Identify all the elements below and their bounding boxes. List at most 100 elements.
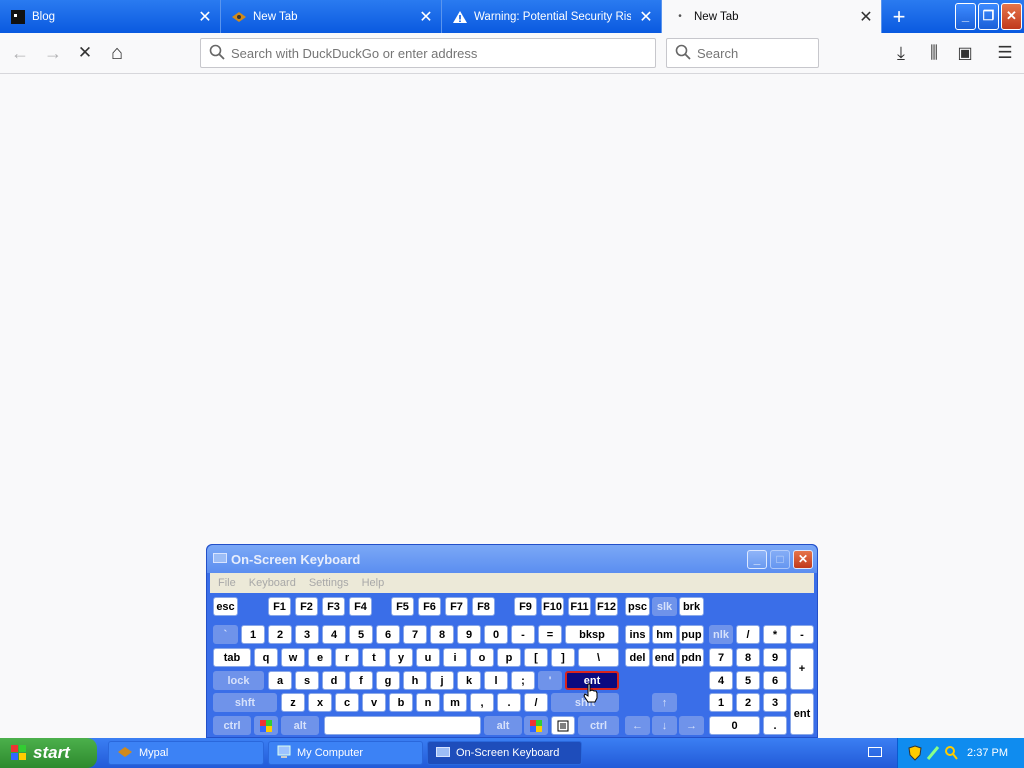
key-pagedown[interactable]: pdn [679,648,704,667]
key-7[interactable]: 7 [403,625,427,644]
key-num-slash[interactable]: / [736,625,760,644]
key-right-bracket[interactable]: ] [551,648,575,667]
key-home[interactable]: hm [652,625,677,644]
network-icon[interactable] [926,745,940,764]
key-num-3[interactable]: 3 [763,693,787,712]
key-num-2[interactable]: 2 [736,693,760,712]
osk-menu-settings[interactable]: Settings [309,577,349,589]
key-num-5[interactable]: 5 [736,671,760,690]
menu-icon[interactable]: ☰ [991,39,1019,67]
key-8[interactable]: 8 [430,625,454,644]
key-right-windows-icon[interactable] [524,716,548,735]
key-p[interactable]: p [497,648,521,667]
key-e[interactable]: e [308,648,332,667]
library-icon[interactable]: ⫼ [920,39,948,67]
key-num-plus[interactable]: + [790,648,814,690]
key-x[interactable]: x [308,693,332,712]
key-num-1[interactable]: 1 [709,693,733,712]
key-k[interactable]: k [457,671,481,690]
key-s[interactable]: s [295,671,319,690]
key-semicolon[interactable]: ; [511,671,535,690]
key-period[interactable]: . [497,693,521,712]
key-d[interactable]: d [322,671,346,690]
key-equal[interactable]: = [538,625,562,644]
back-button[interactable]: ← [6,39,34,67]
key-f9[interactable]: F9 [514,597,537,616]
key-m[interactable]: m [443,693,467,712]
key-t[interactable]: t [362,648,386,667]
key-del[interactable]: del [625,648,650,667]
tab-close-icon[interactable]: ✕ [851,7,881,27]
key-num-dot[interactable]: . [763,716,787,735]
key-0[interactable]: 0 [484,625,508,644]
key-ins[interactable]: ins [625,625,650,644]
key-h[interactable]: h [403,671,427,690]
key-i[interactable]: i [443,648,467,667]
tab-new-tab-active[interactable]: • New Tab ✕ [662,0,882,33]
key-left-bracket[interactable]: [ [524,648,548,667]
key-3[interactable]: 3 [295,625,319,644]
key-capslock[interactable]: lock [213,671,264,690]
key-arrow-up[interactable]: ↑ [652,693,677,712]
key-w[interactable]: w [281,648,305,667]
key-5[interactable]: 5 [349,625,373,644]
key-f3[interactable]: F3 [322,597,345,616]
key-l[interactable]: l [484,671,508,690]
key-slash[interactable]: / [524,693,548,712]
key-v[interactable]: v [362,693,386,712]
key-f[interactable]: f [349,671,373,690]
key-2[interactable]: 2 [268,625,292,644]
key-f11[interactable]: F11 [568,597,591,616]
tab-new-tab-1[interactable]: New Tab ✕ [221,0,442,33]
key-num-4[interactable]: 4 [709,671,733,690]
key-f4[interactable]: F4 [349,597,372,616]
osk-minimize-button[interactable]: _ [747,550,767,569]
key-minus[interactable]: - [511,625,535,644]
key-menu-icon[interactable] [551,716,575,735]
key-num-8[interactable]: 8 [736,648,760,667]
key-brk[interactable]: brk [679,597,704,616]
key-j[interactable]: j [430,671,454,690]
key-6[interactable]: 6 [376,625,400,644]
key-4[interactable]: 4 [322,625,346,644]
downloads-icon[interactable]: ⤓ [887,39,915,67]
key-1[interactable]: 1 [241,625,265,644]
tab-blog[interactable]: Blog ✕ [0,0,221,33]
key-num-minus[interactable]: - [790,625,814,644]
url-bar[interactable] [200,38,656,68]
key-arrow-left[interactable]: ← [625,716,650,735]
key-o[interactable]: o [470,648,494,667]
key-u[interactable]: u [416,648,440,667]
osk-menu-keyboard[interactable]: Keyboard [249,577,296,589]
key-c[interactable]: c [335,693,359,712]
taskbar-item-my-computer[interactable]: My Computer [268,741,423,765]
osk-menu-file[interactable]: File [218,577,236,589]
tab-security-warning[interactable]: Warning: Potential Security Risk Ahead ✕ [442,0,662,33]
osk-close-button[interactable]: ✕ [793,550,813,569]
key-num-enter[interactable]: ent [790,693,814,735]
sidebar-icon[interactable]: ▣ [951,39,979,67]
key-f7[interactable]: F7 [445,597,468,616]
key-f5[interactable]: F5 [391,597,414,616]
osk-menu-help[interactable]: Help [362,577,385,589]
key-end[interactable]: end [652,648,677,667]
key-space[interactable] [324,716,481,735]
tab-close-icon[interactable]: ✕ [411,7,441,27]
stop-button[interactable]: ✕ [71,39,99,67]
key-f8[interactable]: F8 [472,597,495,616]
search-bar[interactable] [666,38,873,68]
key-n[interactable]: n [416,693,440,712]
key-arrow-right[interactable]: → [679,716,704,735]
key-right-ctrl[interactable]: ctrl [578,716,619,735]
key-slk[interactable]: slk [652,597,677,616]
key-num-0[interactable]: 0 [709,716,760,735]
taskbar-item-osk[interactable]: On-Screen Keyboard [427,741,582,765]
search-input[interactable] [697,45,873,61]
key-tab[interactable]: tab [213,648,251,667]
keyboard-tray-icon[interactable] [868,746,882,760]
new-tab-button[interactable]: + [884,3,914,30]
key-b[interactable]: b [389,693,413,712]
key-f10[interactable]: F10 [541,597,564,616]
key-psc[interactable]: psc [625,597,650,616]
key-left-windows-icon[interactable] [254,716,278,735]
